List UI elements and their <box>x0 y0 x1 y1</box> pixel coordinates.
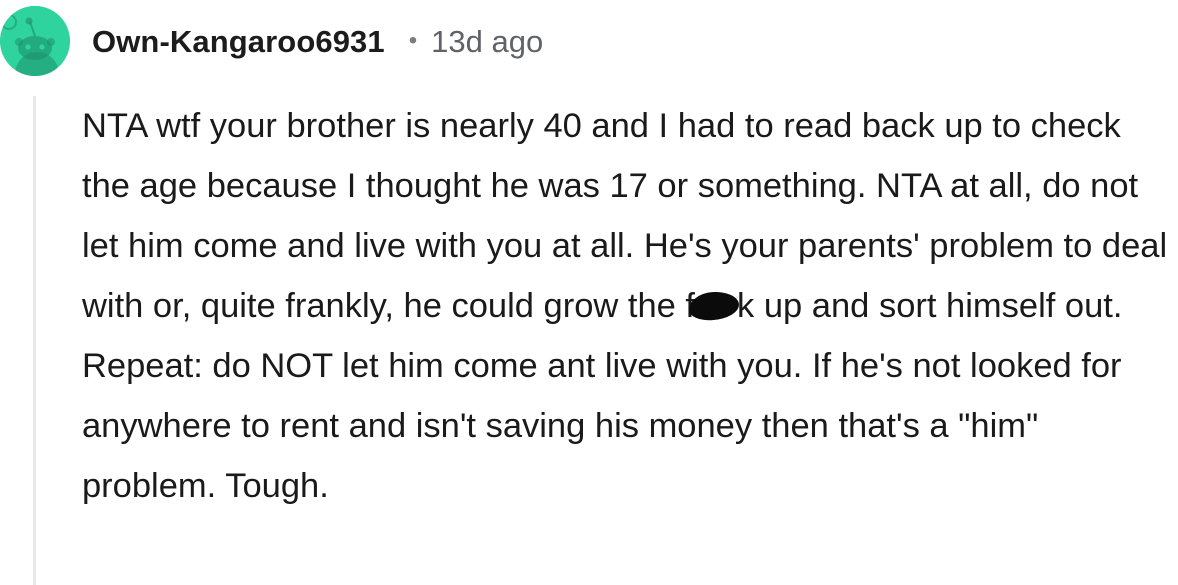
comment-meta: Own-Kangaroo6931 • 13d ago <box>92 22 543 62</box>
censor-scribble <box>688 290 740 322</box>
timestamp[interactable]: 13d ago <box>431 24 543 60</box>
meta-separator: • <box>408 27 418 54</box>
reddit-snoo-icon <box>0 6 70 76</box>
avatar[interactable] <box>0 6 70 76</box>
comment-text: NTA wtf your brother is nearly 40 and I … <box>82 96 1174 516</box>
comment-header: Own-Kangaroo6931 • 13d ago <box>0 0 1178 84</box>
thread-line[interactable] <box>33 96 36 585</box>
username-link[interactable]: Own-Kangaroo6931 <box>92 24 385 60</box>
comment-body: NTA wtf your brother is nearly 40 and I … <box>82 96 1174 516</box>
